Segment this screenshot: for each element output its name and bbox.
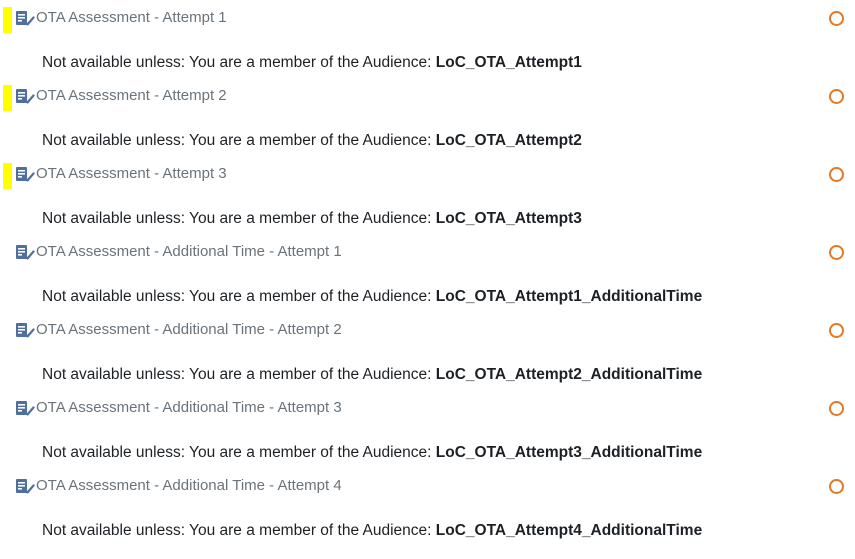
restriction-text: Not available unless: You are a member o… <box>42 54 436 71</box>
audience-name: LoC_OTA_Attempt1 <box>435 54 582 71</box>
assignment-icon <box>15 166 35 184</box>
activity-item-5: OTA Assessment - Additional Time - Attem… <box>0 312 855 390</box>
activity-link[interactable]: OTA Assessment - Additional Time - Attem… <box>36 320 342 340</box>
activity-link[interactable]: OTA Assessment - Additional Time - Attem… <box>36 476 342 496</box>
availability-restriction: Not available unless: You are a member o… <box>42 209 582 229</box>
availability-restriction: Not available unless: You are a member o… <box>42 287 702 307</box>
restriction-text: Not available unless: You are a member o… <box>42 132 436 149</box>
restriction-text: Not available unless: You are a member o… <box>42 210 436 227</box>
activity-item-3: OTA Assessment - Attempt 3 Not available… <box>0 156 855 234</box>
audience-name: LoC_OTA_Attempt4_AdditionalTime <box>435 522 703 539</box>
activity-item-7: OTA Assessment - Additional Time - Attem… <box>0 468 855 546</box>
assignment-icon <box>15 322 35 340</box>
completion-toggle-icon[interactable] <box>829 479 844 494</box>
availability-restriction: Not available unless: You are a member o… <box>42 365 702 385</box>
audience-name: LoC_OTA_Attempt3 <box>435 210 582 227</box>
restriction-text: Not available unless: You are a member o… <box>42 366 436 383</box>
activity-item-2: OTA Assessment - Attempt 2 Not available… <box>0 78 855 156</box>
audience-name: LoC_OTA_Attempt2 <box>435 132 582 149</box>
activity-item-1: OTA Assessment - Attempt 1 Not available… <box>0 0 855 78</box>
activity-item-6: OTA Assessment - Additional Time - Attem… <box>0 390 855 468</box>
assignment-icon <box>15 88 35 106</box>
availability-restriction: Not available unless: You are a member o… <box>42 443 702 463</box>
highlight-marker <box>3 163 12 189</box>
assignment-icon <box>15 400 35 418</box>
completion-toggle-icon[interactable] <box>829 323 844 338</box>
completion-toggle-icon[interactable] <box>829 245 844 260</box>
activity-link[interactable]: OTA Assessment - Additional Time - Attem… <box>36 242 342 262</box>
availability-restriction: Not available unless: You are a member o… <box>42 53 582 73</box>
completion-toggle-icon[interactable] <box>829 401 844 416</box>
activity-link[interactable]: OTA Assessment - Attempt 2 <box>36 86 227 106</box>
completion-toggle-icon[interactable] <box>829 167 844 182</box>
assignment-icon <box>15 478 35 496</box>
restriction-text: Not available unless: You are a member o… <box>42 522 436 539</box>
completion-toggle-icon[interactable] <box>829 11 844 26</box>
restriction-text: Not available unless: You are a member o… <box>42 288 436 305</box>
audience-name: LoC_OTA_Attempt1_AdditionalTime <box>435 288 703 305</box>
activity-list: OTA Assessment - Attempt 1 Not available… <box>0 0 855 546</box>
availability-restriction: Not available unless: You are a member o… <box>42 131 582 151</box>
completion-toggle-icon[interactable] <box>829 89 844 104</box>
highlight-marker <box>3 85 12 111</box>
audience-name: LoC_OTA_Attempt3_AdditionalTime <box>435 444 703 461</box>
activity-link[interactable]: OTA Assessment - Additional Time - Attem… <box>36 398 342 418</box>
audience-name: LoC_OTA_Attempt2_AdditionalTime <box>435 366 703 383</box>
activity-link[interactable]: OTA Assessment - Attempt 1 <box>36 8 227 28</box>
availability-restriction: Not available unless: You are a member o… <box>42 521 702 541</box>
assignment-icon <box>15 10 35 28</box>
assignment-icon <box>15 244 35 262</box>
activity-link[interactable]: OTA Assessment - Attempt 3 <box>36 164 227 184</box>
restriction-text: Not available unless: You are a member o… <box>42 444 436 461</box>
highlight-marker <box>3 7 12 33</box>
activity-item-4: OTA Assessment - Additional Time - Attem… <box>0 234 855 312</box>
